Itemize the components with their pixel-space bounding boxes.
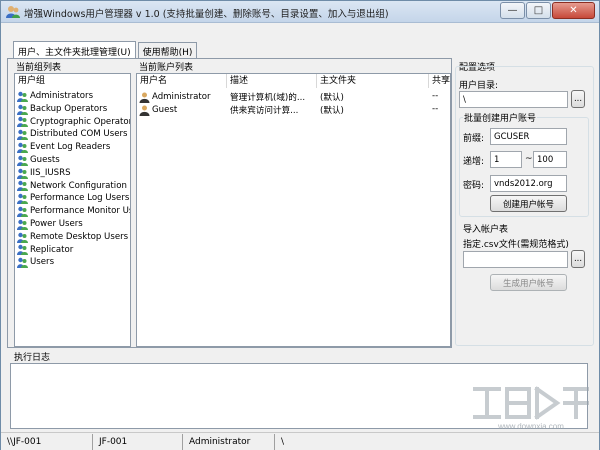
group-name: Performance Monitor Users xyxy=(30,206,130,217)
list-item[interactable]: Remote Desktop Users xyxy=(17,231,128,244)
list-item[interactable]: Network Configuration Operators xyxy=(17,180,130,193)
account-share: -- xyxy=(432,103,439,114)
user-icon xyxy=(139,92,150,103)
group-icon xyxy=(17,245,28,256)
list-item[interactable]: Cryptographic Operators xyxy=(17,116,131,129)
group-name: Guests xyxy=(30,155,60,165)
status-path: \ xyxy=(281,437,285,447)
tab-user-folder-management[interactable]: 用户、主文件夹批理管理(U) xyxy=(13,41,136,58)
account-description: 供来宾访问计算... xyxy=(230,105,299,116)
group-name: Event Log Readers xyxy=(30,142,111,153)
status-computer: JF-001 xyxy=(93,434,183,450)
group-icon xyxy=(17,181,28,192)
prefix-input[interactable]: GCUSER xyxy=(490,128,567,145)
list-item[interactable]: Performance Log Users xyxy=(17,192,129,205)
group-icon xyxy=(17,168,28,179)
group-icon xyxy=(17,104,28,115)
maximize-button[interactable]: □ xyxy=(526,2,551,19)
group-name: Replicator xyxy=(30,244,74,255)
account-share: -- xyxy=(432,91,439,101)
user-dir-label: 用户目录: xyxy=(459,81,499,91)
group-name: Remote Desktop Users xyxy=(30,231,129,242)
tab-help[interactable]: 使用帮助(H) xyxy=(137,42,198,58)
group-name: Cryptographic Operators xyxy=(30,116,131,127)
range-label: 递增: xyxy=(463,157,485,167)
group-name: Distributed COM Users xyxy=(30,129,128,140)
group-name: Performance Log Users xyxy=(30,193,130,204)
user-dir-input[interactable]: \ xyxy=(459,91,568,108)
csv-browse-button[interactable]: ... xyxy=(571,250,585,268)
account-name: Guest xyxy=(152,104,178,115)
accounts-list[interactable]: 用户名 描述 主文件夹 共享 Administrator 管理计算机(域)的..… xyxy=(136,73,451,347)
list-item[interactable]: Performance Monitor Users xyxy=(17,205,130,218)
list-item[interactable]: Backup Operators xyxy=(17,103,107,116)
group-name: IIS_IUSRS xyxy=(30,167,71,178)
groups-column-header[interactable]: 用户组 xyxy=(15,74,130,88)
group-icon xyxy=(17,155,28,166)
group-icon xyxy=(17,232,28,243)
group-icon xyxy=(17,194,28,205)
accounts-column-home-folder[interactable]: 主文件夹 xyxy=(317,74,429,88)
group-icon xyxy=(17,130,28,141)
csv-file-input[interactable] xyxy=(463,251,568,268)
title-bar[interactable]: 增强Windows用户管理器 v 1.0 (支持批量创建、删除账号、目录设置、加… xyxy=(1,1,599,23)
group-icon xyxy=(17,117,28,128)
accounts-column-description[interactable]: 描述 xyxy=(227,74,317,88)
user-icon xyxy=(139,105,150,116)
tab-strip: 用户、主文件夹批理管理(U) 使用帮助(H) xyxy=(13,41,199,58)
group-icon xyxy=(17,206,28,218)
window-title: 增强Windows用户管理器 v 1.0 (支持批量创建、删除账号、目录设置、加… xyxy=(24,9,389,20)
import-title: 导入帐户表 xyxy=(463,225,509,235)
range-to-input[interactable]: 100 xyxy=(533,151,567,168)
groups-panel-title: 当前组列表 xyxy=(16,63,62,73)
list-item[interactable]: Replicator xyxy=(17,244,73,257)
group-icon xyxy=(17,258,28,269)
csv-file-label: 指定.csv文件(需规范格式) xyxy=(463,240,569,250)
accounts-panel-title: 当前账户列表 xyxy=(139,63,194,73)
account-home-folder: (默认) xyxy=(320,93,344,103)
watermark-logo: www.downxia.com xyxy=(473,386,589,431)
status-server: \\JF-001 xyxy=(1,434,93,450)
list-item[interactable]: Administrators xyxy=(17,90,93,103)
group-icon xyxy=(17,219,28,230)
list-item[interactable]: Guests xyxy=(17,154,60,167)
close-button[interactable]: ✕ xyxy=(552,2,595,19)
watermark-domain: www.downxia.com xyxy=(497,422,564,431)
app-icon xyxy=(6,6,20,18)
group-name: Power Users xyxy=(30,219,83,229)
group-name: Users xyxy=(30,257,55,268)
list-item[interactable]: Distributed COM Users xyxy=(17,128,128,141)
list-item[interactable]: IIS_IUSRS xyxy=(17,167,71,180)
group-name: Network Configuration Operators xyxy=(30,180,130,191)
range-separator: ~ xyxy=(525,154,533,164)
app-window: 增强Windows用户管理器 v 1.0 (支持批量创建、删除账号、目录设置、加… xyxy=(0,0,600,450)
status-bar: \\JF-001 JF-001 Administrator \ xyxy=(1,432,599,450)
account-home-folder: (默认) xyxy=(320,105,344,116)
password-label: 密码: xyxy=(463,181,485,191)
user-dir-browse-button[interactable]: ... xyxy=(571,90,585,108)
status-user: Administrator xyxy=(183,434,275,450)
account-name: Administrator xyxy=(152,92,211,102)
prefix-label: 前缀: xyxy=(463,134,485,144)
accounts-column-share[interactable]: 共享 xyxy=(429,74,450,88)
create-accounts-button[interactable]: 创建用户帐号 xyxy=(490,195,567,212)
batch-create-title: 批量创建用户账号 xyxy=(463,111,538,124)
list-item[interactable]: Power Users xyxy=(17,218,83,231)
accounts-column-username[interactable]: 用户名 xyxy=(137,74,227,88)
range-from-input[interactable]: 1 xyxy=(490,151,522,168)
list-item[interactable]: Event Log Readers xyxy=(17,141,110,154)
log-title: 执行日志 xyxy=(14,353,51,363)
group-name: Administrators xyxy=(30,91,94,101)
generate-accounts-button[interactable]: 生成用户帐号 xyxy=(490,274,567,291)
password-input[interactable]: vnds2012.org xyxy=(490,175,567,192)
group-icon xyxy=(17,91,28,102)
group-name: Backup Operators xyxy=(30,103,108,114)
minimize-button[interactable]: — xyxy=(500,2,525,19)
tab-panel-main: 当前组列表 用户组 Administrators Backup Operators… xyxy=(7,58,452,348)
group-icon xyxy=(17,142,28,154)
groups-list[interactable]: 用户组 Administrators Backup Operators Crypto… xyxy=(14,73,131,347)
account-description: 管理计算机(域)的... xyxy=(230,93,306,103)
list-item[interactable]: Users xyxy=(17,256,54,269)
